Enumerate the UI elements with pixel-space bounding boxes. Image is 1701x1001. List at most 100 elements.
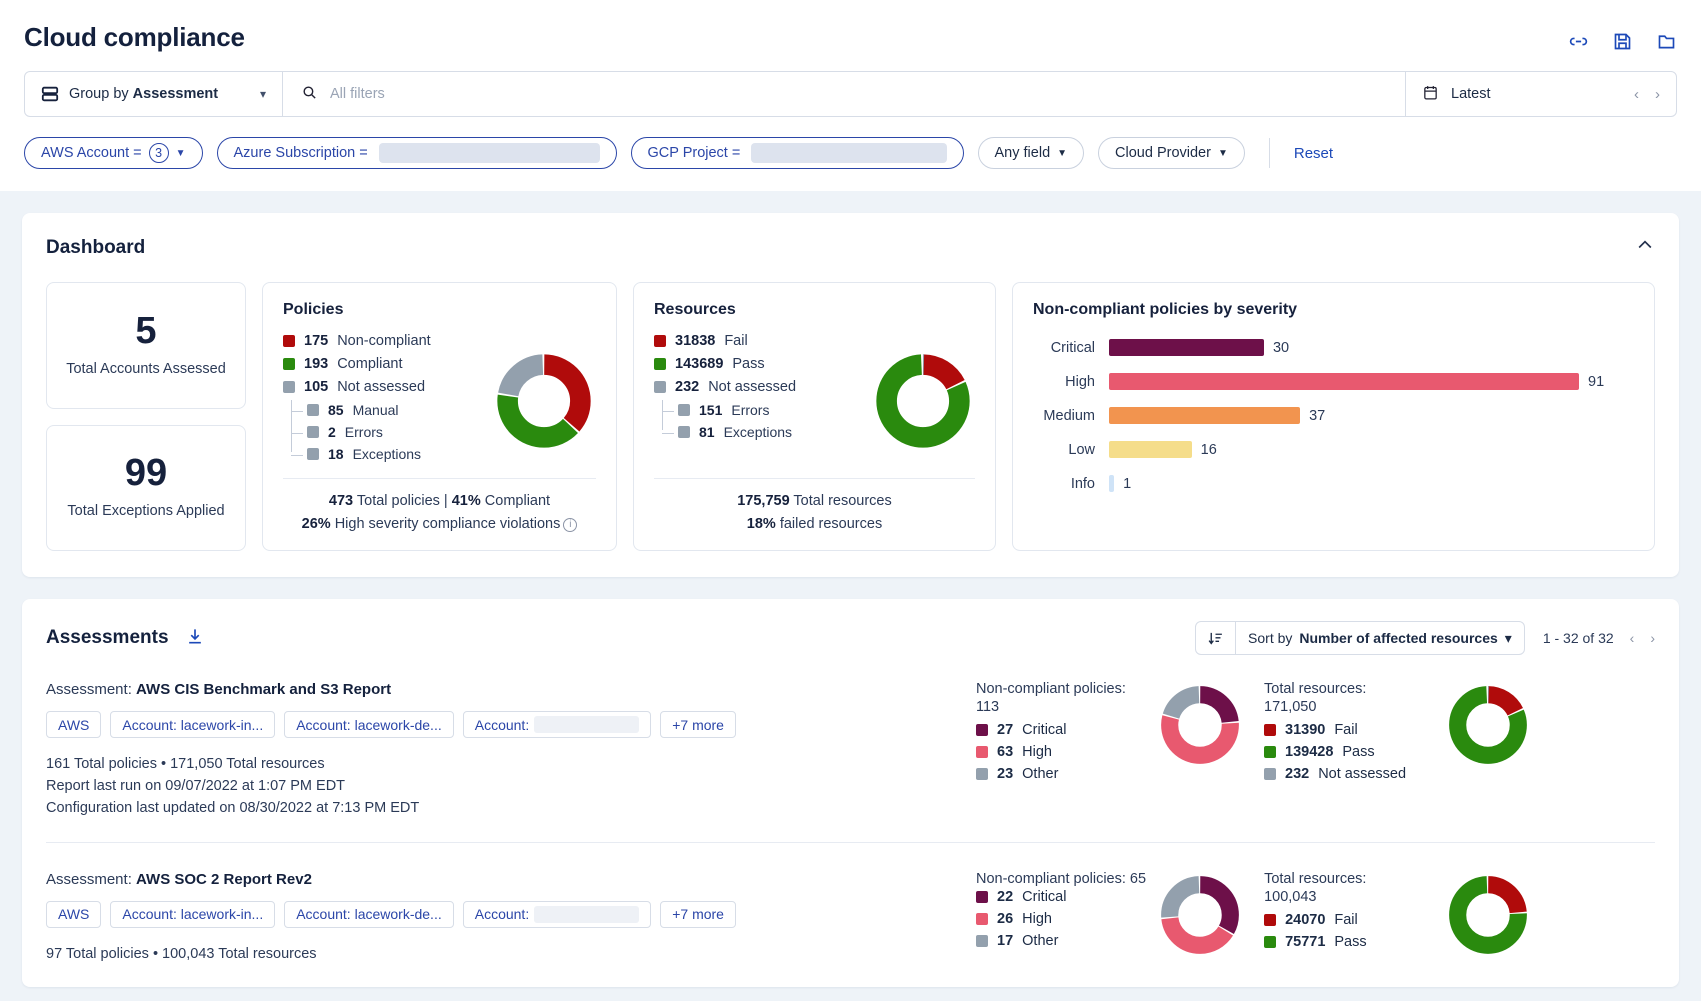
- assessment-tag-label: Account: lacework-de...: [296, 717, 442, 733]
- assessment-tag[interactable]: Account:: [463, 901, 651, 928]
- sort-selector[interactable]: Sort by Number of affected resources ▾: [1195, 621, 1525, 655]
- legend-value: 23: [997, 766, 1013, 782]
- assessment-resources-donut: [1448, 685, 1528, 765]
- download-icon[interactable]: [185, 626, 205, 650]
- stat-label: Total Exceptions Applied: [67, 502, 224, 522]
- severity-label: Medium: [1033, 408, 1109, 424]
- policies-footer-line2: 26% High severity compliance violationsi: [283, 513, 596, 536]
- assessment-title[interactable]: AWS CIS Benchmark and S3 Report: [136, 681, 391, 698]
- chip-azure-subscription[interactable]: Azure Subscription =: [217, 137, 617, 169]
- date-next-button[interactable]: ›: [1655, 86, 1660, 103]
- legend-label: Fail: [724, 333, 747, 349]
- legend-label: Fail: [1334, 722, 1357, 738]
- legend-value: 22: [997, 889, 1013, 905]
- assessment-title[interactable]: AWS SOC 2 Report Rev2: [136, 871, 312, 888]
- resources-total-value: 175,759: [737, 493, 789, 509]
- stat-column: 5 Total Accounts Assessed 99 Total Excep…: [46, 282, 246, 551]
- legend-label: Exceptions: [724, 424, 792, 440]
- assessment-tag[interactable]: Account:: [463, 711, 651, 738]
- collapse-chevron-up-icon[interactable]: [1635, 235, 1655, 260]
- resources-body: 31838 Fail 143689 Pass 232: [654, 333, 975, 468]
- page-prev-button[interactable]: ‹: [1630, 630, 1635, 646]
- chip-aws-account[interactable]: AWS Account = 3 ▼: [24, 137, 203, 169]
- main-content: Dashboard 5 Total Accounts Assessed 99 T…: [0, 213, 1701, 987]
- assessment-tag[interactable]: Account: lacework-de...: [284, 711, 454, 738]
- assessment-tag[interactable]: AWS: [46, 711, 101, 738]
- chip-label: GCP Project =: [648, 145, 741, 161]
- legend-item: 22Critical: [976, 889, 1146, 905]
- folder-icon[interactable]: [1655, 30, 1677, 52]
- resources-panel: Resources 31838 Fail 143689 Pass: [633, 282, 996, 551]
- reset-filters-button[interactable]: Reset: [1294, 145, 1333, 162]
- chevron-down-icon: ▾: [1505, 630, 1512, 647]
- assessment-tag[interactable]: +7 more: [660, 901, 736, 928]
- severity-value: 30: [1273, 340, 1289, 356]
- calendar-icon: [1422, 84, 1439, 105]
- assessment-resources-metric: Total resources:171,05031390Fail139428Pa…: [1264, 681, 1528, 819]
- date-range-nav: ‹ ›: [1634, 86, 1660, 103]
- severity-bar[interactable]: [1109, 407, 1300, 424]
- severity-bar[interactable]: [1109, 441, 1192, 458]
- legend-value: 24070: [1285, 912, 1325, 928]
- assessment-tag-label: Account: lacework-de...: [296, 906, 442, 922]
- search-input[interactable]: [330, 86, 1387, 102]
- assessment-tag[interactable]: Account: lacework-in...: [110, 901, 275, 928]
- legend-item: 139428Pass: [1264, 744, 1434, 760]
- assessment-tag[interactable]: Account: lacework-in...: [110, 711, 275, 738]
- legend-value: 85: [328, 402, 344, 418]
- chip-any-field[interactable]: Any field ▼: [978, 137, 1085, 169]
- assessment-tag-label: +7 more: [672, 906, 724, 922]
- info-icon[interactable]: i: [563, 518, 577, 532]
- severity-bar[interactable]: [1109, 373, 1579, 390]
- chip-label: Cloud Provider: [1115, 145, 1211, 161]
- severity-bar[interactable]: [1109, 475, 1114, 492]
- assessment-row[interactable]: Assessment: AWS SOC 2 Report Rev2AWSAcco…: [46, 842, 1655, 988]
- page-next-button[interactable]: ›: [1650, 630, 1655, 646]
- assessment-info: Assessment: AWS CIS Benchmark and S3 Rep…: [46, 681, 966, 819]
- chip-cloud-provider[interactable]: Cloud Provider ▼: [1098, 137, 1245, 169]
- save-icon[interactable]: [1611, 30, 1633, 52]
- link-icon[interactable]: [1567, 30, 1589, 52]
- group-by-selector[interactable]: Group by Assessment ▾: [25, 72, 283, 116]
- chip-gcp-project[interactable]: GCP Project =: [631, 137, 964, 169]
- assessments-card: Assessments Sort by Number of affected r…: [22, 599, 1679, 987]
- legend-item: 17Other: [976, 933, 1146, 949]
- severity-label: High: [1033, 374, 1109, 390]
- legend-value: 63: [997, 744, 1013, 760]
- assessment-tags: AWS Account: lacework-in... Account: lacew…: [46, 711, 966, 738]
- legend-value: 18: [328, 446, 344, 462]
- date-prev-button[interactable]: ‹: [1634, 86, 1639, 103]
- chip-value-mask: [751, 143, 946, 163]
- legend-item: 27Critical: [976, 722, 1146, 738]
- assessments-tools: Sort by Number of affected resources ▾ 1…: [1195, 621, 1655, 655]
- legend-label: Errors: [731, 402, 769, 418]
- severity-bar[interactable]: [1109, 339, 1264, 356]
- assessment-row[interactable]: Assessment: AWS CIS Benchmark and S3 Rep…: [46, 655, 1655, 841]
- legend-value: 2: [328, 424, 336, 440]
- assessment-tag[interactable]: +7 more: [660, 711, 736, 738]
- assessment-tag[interactable]: Account: lacework-de...: [284, 901, 454, 928]
- resources-metric-total: 171,050: [1264, 699, 1434, 715]
- stat-total-accounts-assessed: 5 Total Accounts Assessed: [46, 282, 246, 409]
- policies-metric-col: Non-compliant policies: 6522Critical26Hi…: [976, 871, 1146, 966]
- severity-title: Non-compliant policies by severity: [1033, 301, 1634, 319]
- legend-swatch: [678, 426, 690, 438]
- policies-metric-title: Non-compliant policies: 65: [976, 871, 1146, 887]
- legend-value: 31838: [675, 333, 715, 349]
- legend-value: 232: [675, 379, 699, 395]
- assessment-tag-label: AWS: [58, 717, 89, 733]
- header-action-icons: [1567, 22, 1677, 52]
- legend-item: 75771Pass: [1264, 934, 1434, 950]
- assessment-tag-label: Account: lacework-in...: [122, 906, 263, 922]
- resources-metric-total: 100,043: [1264, 889, 1434, 905]
- legend-label: Other: [1022, 766, 1058, 782]
- policies-donut-chart: [496, 353, 592, 449]
- legend-value: 81: [699, 424, 715, 440]
- legend-label: Exceptions: [353, 446, 421, 462]
- assessment-tag[interactable]: AWS: [46, 901, 101, 928]
- legend-swatch: [678, 404, 690, 416]
- pagination: 1 - 32 of 32 ‹ ›: [1543, 630, 1655, 646]
- top-bar: Cloud compliance Group by Assessment: [0, 0, 1701, 191]
- page-root: Cloud compliance Group by Assessment: [0, 0, 1701, 1001]
- date-range-selector[interactable]: Latest ‹ ›: [1406, 72, 1676, 116]
